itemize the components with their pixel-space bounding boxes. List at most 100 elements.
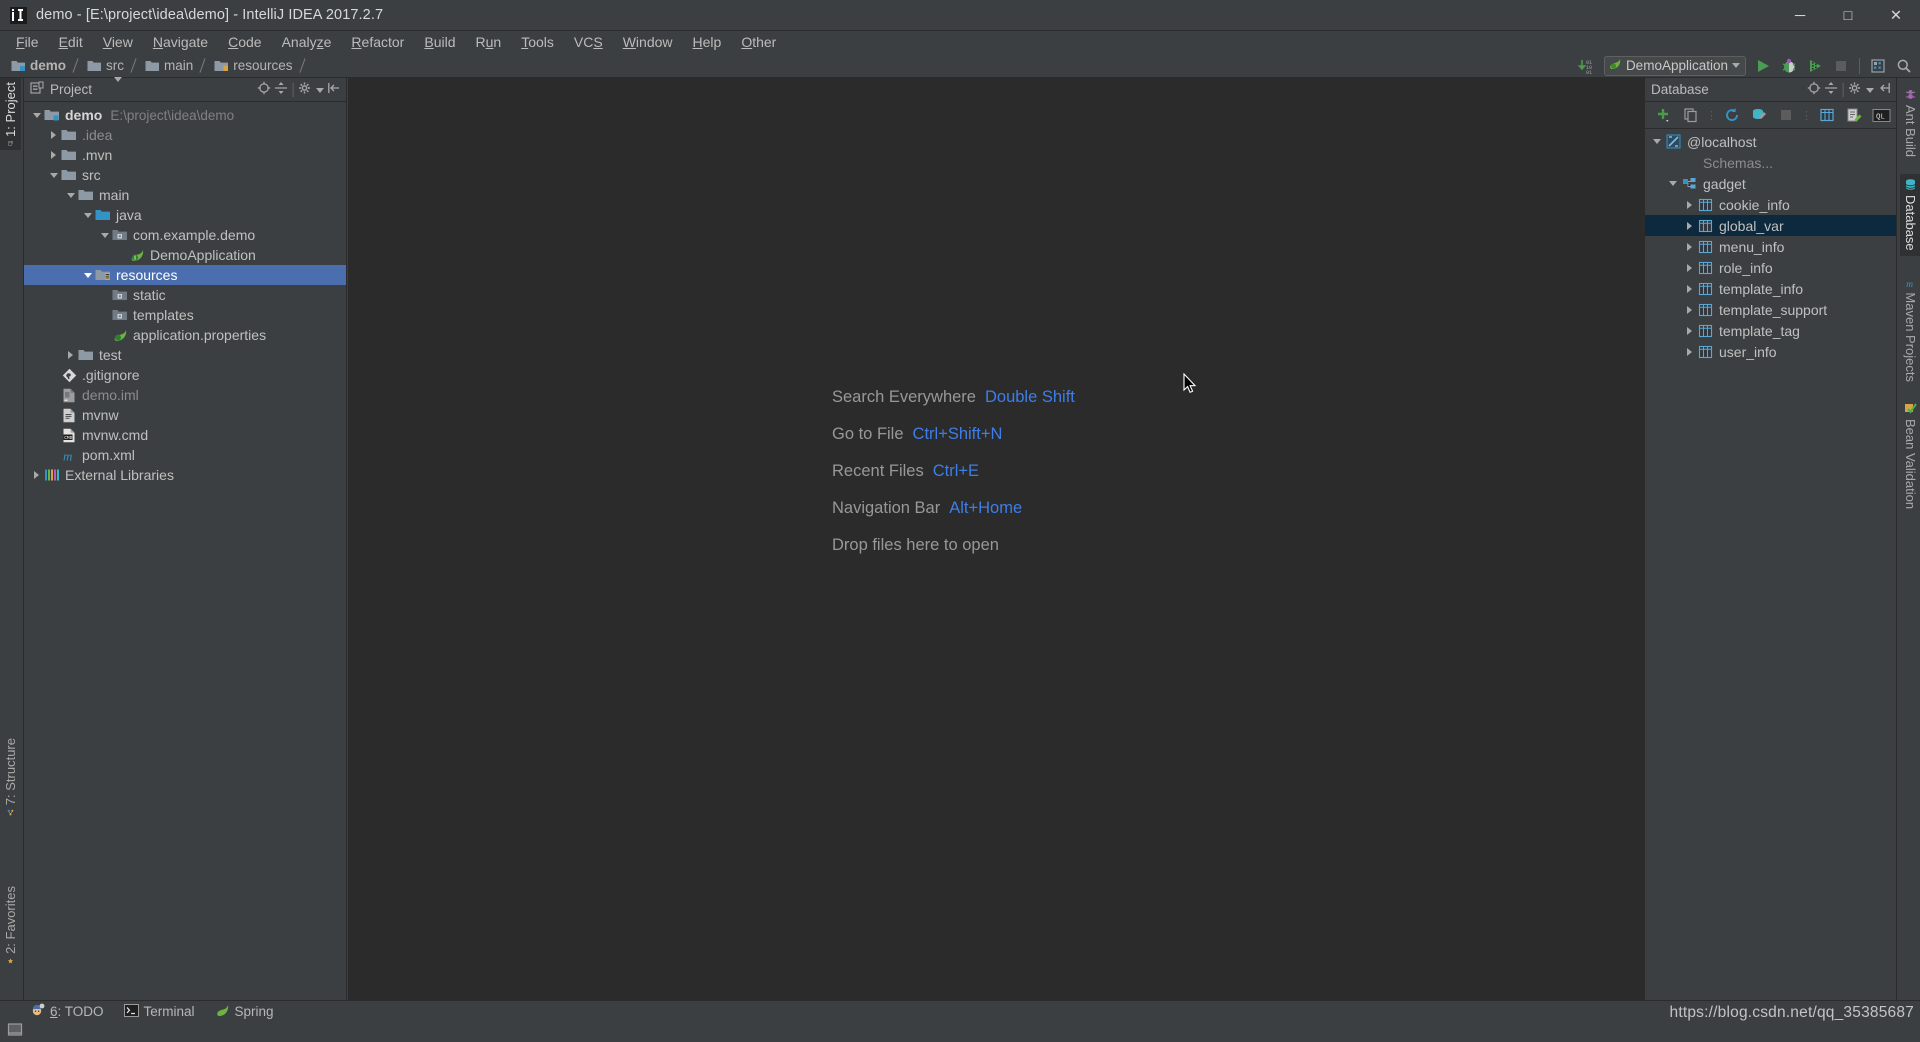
tree-node-templates[interactable]: templates (24, 305, 346, 325)
db-tree-node-menu-info[interactable]: menu_info (1645, 236, 1896, 257)
db-tree-node-user-info[interactable]: user_info (1645, 341, 1896, 362)
db-tree-node-template-support[interactable]: template_support (1645, 299, 1896, 320)
run-icon[interactable] (1751, 55, 1775, 77)
add-icon[interactable] (1652, 104, 1676, 126)
tree-node-pom-xml[interactable]: m pom.xml (24, 445, 346, 465)
db-tree-node-template-tag[interactable]: template_tag (1645, 320, 1896, 341)
tree-node-src[interactable]: src (24, 165, 346, 185)
chevron-down-icon[interactable] (1666, 181, 1680, 186)
minimize-button[interactable]: ─ (1776, 0, 1824, 31)
tool-window-terminal[interactable]: Terminal (123, 1003, 195, 1020)
tree-expander[interactable] (47, 405, 60, 425)
db-tree-node-template-info[interactable]: template_info (1645, 278, 1896, 299)
tree-node-static[interactable]: static (24, 285, 346, 305)
db-tree-node-gadget[interactable]: gadget (1645, 173, 1896, 194)
sidebar-item-bean-validation[interactable]: Bean Validation (1900, 398, 1920, 518)
chevron-right-icon[interactable] (30, 465, 43, 485)
chevron-right-icon[interactable] (1682, 242, 1696, 251)
chevron-right-icon[interactable] (47, 145, 60, 165)
sidebar-item-project[interactable]: 1: Project (0, 78, 21, 150)
menu-item-help[interactable]: Help (683, 32, 732, 52)
tree-node-test[interactable]: test (24, 345, 346, 365)
menu-item-window[interactable]: Window (613, 32, 683, 52)
tree-node-gitignore[interactable]: .gitignore (24, 365, 346, 385)
breadcrumb-item-main[interactable]: main (142, 57, 196, 74)
chevron-right-icon[interactable] (1682, 305, 1696, 314)
collapse-target-icon[interactable] (1807, 81, 1821, 99)
tree-node-demo-iml[interactable]: demo.iml (24, 385, 346, 405)
chevron-right-icon[interactable] (1682, 263, 1696, 272)
sidebar-item-favorites[interactable]: 2: Favorites (0, 882, 21, 968)
modify-table-icon[interactable] (1842, 104, 1866, 126)
tree-node-mvn[interactable]: .mvn (24, 145, 346, 165)
menu-item-analyze[interactable]: Analyze (272, 32, 342, 52)
db-tree-node-global-var[interactable]: global_var (1645, 215, 1896, 236)
chevron-down-icon[interactable] (81, 265, 94, 285)
stop-icon[interactable] (1774, 104, 1798, 126)
gear-icon[interactable] (298, 81, 324, 99)
sidebar-item-ant-build[interactable]: Ant Build (1900, 84, 1920, 164)
chevron-right-icon[interactable] (64, 345, 77, 365)
db-tree-node-role-info[interactable]: role_info (1645, 257, 1896, 278)
sidebar-item-structure[interactable]: 7: Structure (0, 734, 21, 820)
chevron-down-icon[interactable] (64, 185, 77, 205)
menu-item-code[interactable]: Code (218, 32, 271, 52)
tree-node-mvnw[interactable]: mvnw (24, 405, 346, 425)
breadcrumb-item-resources[interactable]: resources (211, 57, 295, 74)
toggle-toolwindows-icon[interactable] (7, 1023, 23, 1041)
chevron-right-icon[interactable] (1682, 221, 1696, 230)
tree-expander[interactable] (98, 325, 111, 345)
db-tree-node-schemas[interactable]: Schemas... (1645, 152, 1896, 173)
expand-collapse-icon[interactable] (1824, 81, 1838, 99)
chevron-down-icon[interactable] (81, 205, 94, 225)
tree-expander[interactable] (47, 425, 60, 445)
chevron-right-icon[interactable] (1682, 200, 1696, 209)
tree-expander[interactable] (47, 385, 60, 405)
menu-item-other[interactable]: Other (731, 32, 786, 52)
tree-node-com-example-demo[interactable]: com.example.demo (24, 225, 346, 245)
maximize-button[interactable]: □ (1824, 0, 1872, 31)
tree-node-java[interactable]: java (24, 205, 346, 225)
run-with-coverage-icon[interactable] (1803, 55, 1827, 77)
tree-node-demoapplication[interactable]: DemoApplication (24, 245, 346, 265)
chevron-down-icon[interactable] (98, 225, 111, 245)
update-project-icon[interactable]: 01 10 01 (1575, 55, 1599, 77)
menu-item-vcs[interactable]: VCS (564, 32, 613, 52)
tool-window-todo[interactable]: 6: TODO (30, 1003, 104, 1020)
menu-item-tools[interactable]: Tools (511, 32, 564, 52)
tree-expander[interactable] (98, 285, 111, 305)
breadcrumb-item-demo[interactable]: demo (8, 57, 69, 74)
sync-icon[interactable] (1720, 104, 1744, 126)
menu-item-navigate[interactable]: Navigate (143, 32, 218, 52)
run-configuration-selector[interactable]: DemoApplication (1603, 55, 1746, 76)
sidebar-item-maven-projects[interactable]: m Maven Projects (1900, 274, 1920, 386)
tree-node-mvnw-cmd[interactable]: CMD mvnw.cmd (24, 425, 346, 445)
menu-item-view[interactable]: View (93, 32, 143, 52)
breadcrumb-item-src[interactable]: src (84, 57, 127, 74)
close-button[interactable]: ✕ (1872, 0, 1920, 31)
search-icon[interactable] (1892, 55, 1916, 77)
tree-expander[interactable] (98, 305, 111, 325)
chevron-down-icon[interactable] (1732, 63, 1740, 68)
hide-icon[interactable] (1877, 81, 1891, 99)
database-icon[interactable] (1866, 55, 1890, 77)
copy-icon[interactable] (1679, 104, 1703, 126)
sidebar-item-database[interactable]: Database (1900, 174, 1920, 256)
sql-console-icon[interactable]: QL (1869, 104, 1893, 126)
chevron-right-icon[interactable] (1682, 326, 1696, 335)
tool-window-spring[interactable]: Spring (215, 1003, 274, 1020)
tree-node-main[interactable]: main (24, 185, 346, 205)
hide-icon[interactable] (327, 81, 341, 99)
debug-icon[interactable] (1777, 55, 1801, 77)
tree-node-external-libraries[interactable]: External Libraries (24, 465, 346, 485)
chevron-down-icon[interactable] (47, 165, 60, 185)
menu-item-edit[interactable]: Edit (49, 32, 93, 52)
database-tree[interactable]: @localhost Schemas... gadget cookie_info glo… (1645, 129, 1896, 1000)
chevron-down-icon[interactable] (30, 105, 43, 125)
menu-item-refactor[interactable]: Refactor (341, 32, 414, 52)
tree-expander[interactable] (47, 445, 60, 465)
editor-empty-area[interactable]: Search Everywhere Double Shift Go to File C… (348, 78, 1644, 1000)
db-tree-node-cookie-info[interactable]: cookie_info (1645, 194, 1896, 215)
tree-node-resources[interactable]: resources (24, 265, 346, 285)
table-editor-icon[interactable] (1815, 104, 1839, 126)
